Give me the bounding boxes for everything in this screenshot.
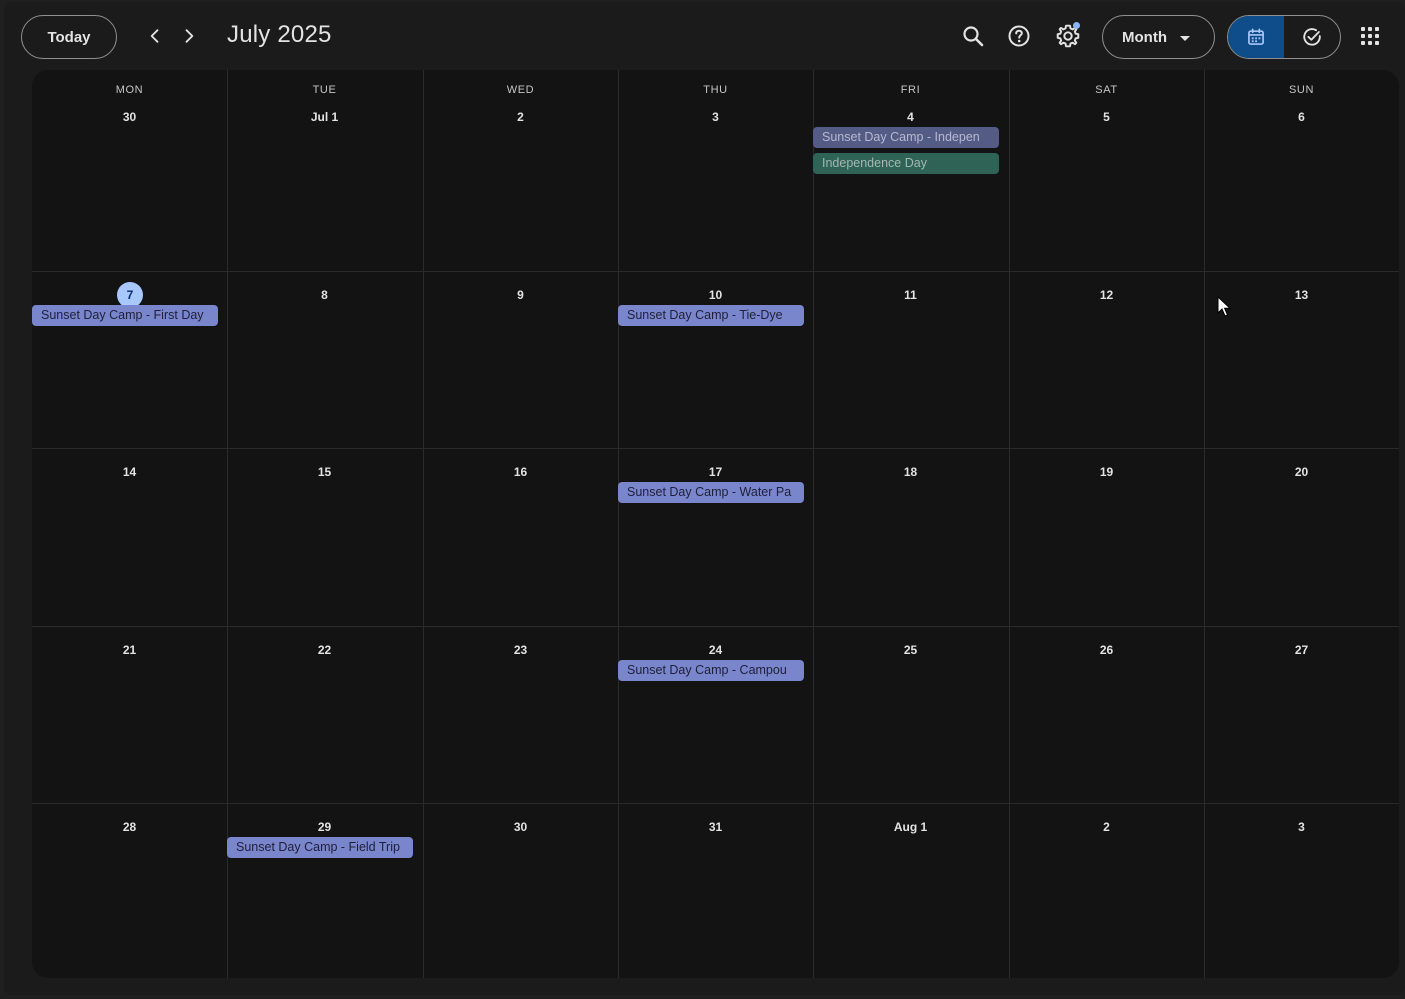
- date-number[interactable]: 22: [227, 643, 422, 657]
- event-chip[interactable]: Sunset Day Camp - Campou: [618, 660, 804, 681]
- apps-grid-icon: [1361, 27, 1379, 45]
- notification-dot: [1073, 22, 1080, 29]
- month-grid: MON TUE WED THU FRI SAT SUN 30 Jul 1 2 3 4 5 6 7 8 9 10 11…: [32, 70, 1399, 978]
- day-cell[interactable]: [227, 70, 422, 271]
- apps-button[interactable]: [1350, 16, 1390, 56]
- date-number[interactable]: 4: [813, 110, 1008, 124]
- date-number[interactable]: 30: [423, 820, 618, 834]
- date-number[interactable]: 19: [1009, 465, 1204, 479]
- date-number[interactable]: 20: [1204, 465, 1399, 479]
- date-number[interactable]: 29: [227, 820, 422, 834]
- search-button[interactable]: [953, 16, 993, 56]
- date-number[interactable]: 6: [1204, 110, 1399, 124]
- month-title: July 2025: [227, 21, 332, 48]
- event-chip[interactable]: Sunset Day Camp - Field Trip: [227, 837, 413, 858]
- event-chip[interactable]: Sunset Day Camp - Water Pa: [618, 482, 804, 503]
- event-chip[interactable]: Sunset Day Camp - Tie-Dye: [618, 305, 804, 326]
- date-number[interactable]: 25: [813, 643, 1008, 657]
- date-number[interactable]: 23: [423, 643, 618, 657]
- date-number[interactable]: 15: [227, 465, 422, 479]
- check-circle-icon: [1303, 28, 1321, 46]
- help-button[interactable]: [999, 16, 1039, 56]
- today-button[interactable]: Today: [21, 15, 117, 59]
- date-number[interactable]: 13: [1204, 288, 1399, 302]
- date-number[interactable]: 26: [1009, 643, 1204, 657]
- date-number[interactable]: 3: [1204, 820, 1399, 834]
- date-number[interactable]: 27: [1204, 643, 1399, 657]
- date-number[interactable]: 28: [32, 820, 227, 834]
- date-number[interactable]: 5: [1009, 110, 1204, 124]
- event-chip[interactable]: Sunset Day Camp - First Day: [32, 305, 218, 326]
- date-number[interactable]: 31: [618, 820, 813, 834]
- view-selector[interactable]: Month: [1102, 15, 1215, 59]
- calendar-window: Today July 2025 Month MON TUE WED THU FR…: [4, 2, 1405, 995]
- chevron-right-icon: [185, 29, 194, 43]
- date-number[interactable]: 14: [32, 465, 227, 479]
- caret-down-icon: [1180, 36, 1190, 41]
- date-number[interactable]: 9: [423, 288, 618, 302]
- holiday-chip[interactable]: Independence Day: [813, 153, 999, 174]
- next-month-button[interactable]: [172, 19, 206, 53]
- date-number[interactable]: Jul 1: [227, 110, 422, 124]
- view-toggle: [1227, 15, 1341, 59]
- chevron-left-icon: [150, 29, 159, 43]
- day-cell[interactable]: [423, 70, 618, 271]
- calendar-icon: [1248, 28, 1264, 45]
- event-chip[interactable]: Sunset Day Camp - Indepen: [813, 127, 999, 148]
- top-bar: Today July 2025 Month: [4, 2, 1405, 70]
- date-number[interactable]: 16: [423, 465, 618, 479]
- day-cell[interactable]: [32, 70, 227, 271]
- mouse-cursor-icon: [1217, 296, 1232, 317]
- date-number[interactable]: 3: [618, 110, 813, 124]
- tasks-view-button[interactable]: [1284, 16, 1340, 58]
- search-icon: [963, 26, 984, 47]
- date-number[interactable]: 11: [813, 288, 1008, 302]
- date-number[interactable]: 30: [32, 110, 227, 124]
- date-number[interactable]: 2: [1009, 820, 1204, 834]
- day-cell[interactable]: [1009, 70, 1204, 271]
- date-number[interactable]: 2: [423, 110, 618, 124]
- previous-month-button[interactable]: [138, 19, 172, 53]
- date-number[interactable]: 24: [618, 643, 813, 657]
- date-number[interactable]: 21: [32, 643, 227, 657]
- help-icon: [1008, 25, 1030, 47]
- date-number[interactable]: 10: [618, 288, 813, 302]
- day-cell[interactable]: [618, 70, 813, 271]
- date-number[interactable]: 12: [1009, 288, 1204, 302]
- settings-button[interactable]: [1048, 16, 1088, 56]
- calendar-view-button[interactable]: [1228, 16, 1284, 58]
- date-number[interactable]: 8: [227, 288, 422, 302]
- day-cell[interactable]: [1204, 70, 1399, 271]
- date-number[interactable]: 17: [618, 465, 813, 479]
- date-number[interactable]: Aug 1: [813, 820, 1008, 834]
- date-number[interactable]: 18: [813, 465, 1008, 479]
- view-selector-label: Month: [1122, 28, 1167, 46]
